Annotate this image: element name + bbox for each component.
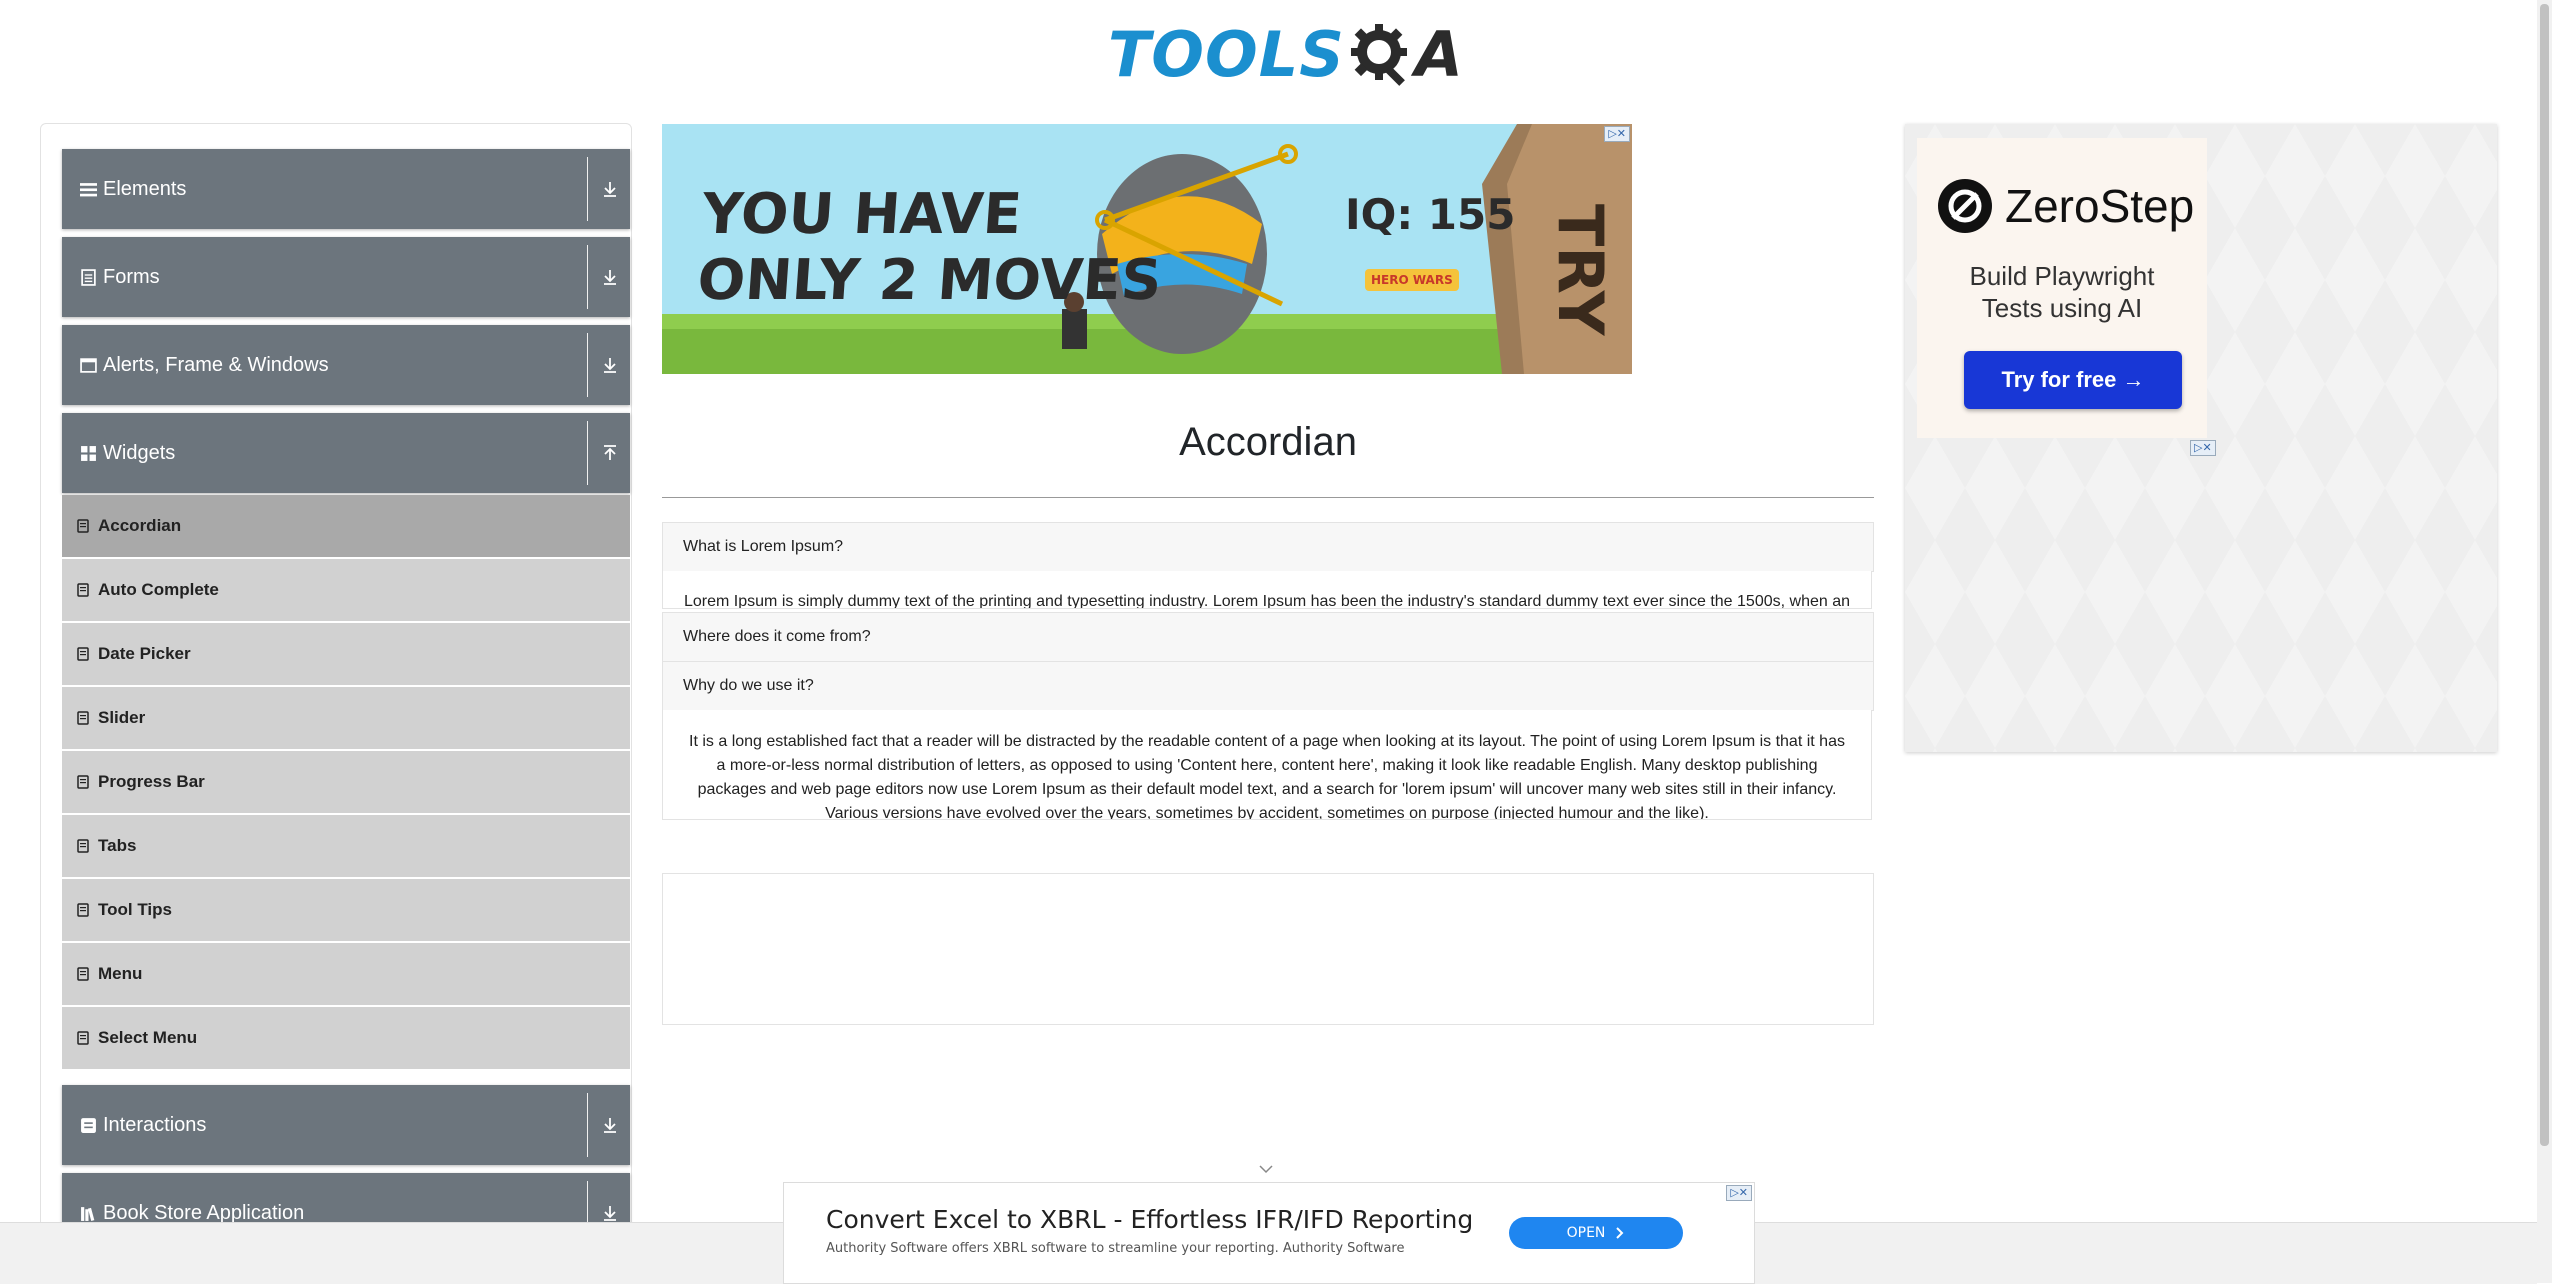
open-button-label: OPEN (1566, 1225, 1606, 1241)
section-heading-text: What is Lorem Ipsum? (683, 538, 844, 555)
page-title: Accordian (1179, 420, 1357, 464)
logo-text-tools: TOOLS (1108, 17, 1345, 91)
sidebar-item-label: Slider (98, 708, 146, 727)
chevron-right-icon (1616, 1227, 1624, 1239)
sidebar-item-auto-complete[interactable]: Auto Complete (62, 559, 630, 623)
group-label: Widgets (103, 441, 176, 464)
sidebar-item-label: Auto Complete (98, 580, 219, 599)
sidebar-item-label: Accordian (98, 516, 182, 535)
zerostep-ad-card: ZeroStep Build Playwright Tests using AI… (1917, 138, 2207, 438)
document-icon (77, 647, 89, 661)
scrollbar-thumb[interactable] (2540, 4, 2549, 1146)
sidebar-item-select-menu[interactable]: Select Menu (62, 1007, 630, 1071)
sidebar-group-elements[interactable]: Elements (62, 149, 630, 229)
sidebar-group-alerts[interactable]: Alerts, Frame & Windows (62, 325, 630, 405)
banner-headline-line1: YOU HAVE (700, 182, 1024, 247)
group-label: Elements (103, 177, 187, 200)
book-icon (81, 1206, 95, 1221)
sidebar-item-accordian[interactable]: Accordian (62, 495, 630, 559)
zerostep-brand-name: ZeroStep (2005, 180, 2195, 232)
document-icon (77, 583, 89, 597)
sidebar-item-label: Select Menu (98, 1028, 198, 1047)
list-icon (80, 182, 97, 196)
sidebar-group-widgets[interactable]: Widgets (62, 413, 630, 493)
sidebar-item-progress-bar[interactable]: Progress Bar (62, 751, 630, 815)
sidebar-group-interactions[interactable]: Interactions (62, 1085, 630, 1165)
document-icon (81, 268, 96, 286)
divider (587, 157, 588, 221)
sidebar-panel: Elements Forms Alerts, Frame & Windows W… (40, 123, 632, 1284)
subtitle-line: Tests using AI (1981, 293, 2143, 323)
sidebar-item-tabs[interactable]: Tabs (62, 815, 630, 879)
sidebar-group-forms[interactable]: Forms (62, 237, 630, 317)
expand-arrow-icon[interactable] (598, 265, 622, 289)
sidebar-item-menu[interactable]: Menu (62, 943, 630, 1007)
section-heading-text: Where does it come from? (683, 628, 871, 645)
document-icon (77, 967, 89, 981)
banner-cta-text[interactable]: TRY (1544, 204, 1617, 336)
sidebar-item-label: Date Picker (98, 644, 191, 663)
expand-arrow-icon[interactable] (598, 353, 622, 377)
document-icon (77, 839, 89, 853)
document-icon (77, 711, 89, 725)
sidebar-item-date-picker[interactable]: Date Picker (62, 623, 630, 687)
banner-headline-line2: ONLY 2 MOVES (695, 248, 1164, 313)
sidebar-item-label: Tabs (98, 836, 137, 855)
xbrl-bottom-ad[interactable]: Convert Excel to XBRL - Effortless IFR/I… (783, 1182, 1755, 1284)
accordion-section-1-heading[interactable]: What is Lorem Ipsum? (662, 522, 1874, 572)
divider (587, 333, 588, 397)
group-label: Alerts, Frame & Windows (103, 353, 329, 376)
bottom-ad-subtitle: Authority Software offers XBRL software … (826, 1241, 1405, 1256)
gear-magnifier-icon (1350, 24, 1407, 86)
section-body-text: Lorem Ipsum is simply dummy text of the … (684, 593, 1850, 609)
title-divider (662, 497, 1874, 498)
page-scrollbar[interactable] (2537, 0, 2552, 1283)
ad-close-icon[interactable]: ▷✕ (2190, 440, 2216, 456)
banner-brand-logo: HERO WARS (1365, 269, 1459, 291)
sidebar-item-tool-tips[interactable]: Tool Tips (62, 879, 630, 943)
zerostep-subtitle: Build Playwright Tests using AI (1917, 260, 2207, 324)
bottom-ad-title: Convert Excel to XBRL - Effortless IFR/I… (826, 1205, 1474, 1234)
accordion-section-2-heading[interactable]: Where does it come from? (662, 612, 1874, 662)
section-body-text: It is a long established fact that a rea… (689, 733, 1845, 820)
banner-iq-text: IQ: 155 (1345, 190, 1516, 239)
logo-text-a: A (1414, 17, 1463, 91)
empty-ad-slot (662, 873, 1874, 1025)
document-icon (77, 519, 89, 533)
interaction-icon (81, 1117, 96, 1133)
collapse-arrow-icon[interactable] (598, 441, 622, 465)
expand-arrow-icon[interactable] (598, 177, 622, 201)
ad-close-icon[interactable]: ▷✕ (1726, 1185, 1752, 1201)
document-icon (77, 775, 89, 789)
zerostep-logo: ZeroStep (1937, 178, 2194, 234)
open-button[interactable]: OPEN (1509, 1217, 1683, 1249)
group-label: Interactions (103, 1113, 207, 1136)
zerostep-side-ad[interactable]: ZeroStep Build Playwright Tests using AI… (1905, 124, 2497, 752)
zerostep-icon (1938, 179, 1992, 233)
document-icon (77, 1031, 89, 1045)
section-heading-text: Why do we use it? (683, 677, 814, 694)
sidebar-item-label: Tool Tips (98, 900, 172, 919)
hero-wars-banner-ad[interactable]: YOU HAVE ONLY 2 MOVES IQ: 155 HERO WARS … (662, 124, 1632, 374)
accordion-section-1-body: Lorem Ipsum is simply dummy text of the … (662, 571, 1872, 609)
sidebar-item-label: Menu (98, 964, 143, 983)
toolsqa-logo[interactable]: TOOLS A (1108, 14, 1463, 94)
sidebar-item-label: Progress Bar (98, 772, 205, 791)
ad-close-icon[interactable]: ▷✕ (1604, 126, 1630, 142)
divider (587, 1093, 588, 1157)
window-icon (80, 357, 97, 373)
accordion-section-3-heading[interactable]: Why do we use it? (662, 661, 1874, 711)
sidebar-item-slider[interactable]: Slider (62, 687, 630, 751)
try-for-free-button[interactable]: Try for free → (1964, 351, 2182, 409)
accordion-section-3-body: It is a long established fact that a rea… (662, 710, 1872, 820)
expand-arrow-icon[interactable] (598, 1113, 622, 1137)
divider (587, 421, 588, 485)
grid-icon (81, 445, 96, 461)
divider (587, 245, 588, 309)
document-icon (77, 903, 89, 917)
group-label: Forms (103, 265, 160, 288)
chevron-down-icon[interactable] (1258, 1164, 1274, 1174)
subtitle-line: Build Playwright (1969, 261, 2155, 291)
